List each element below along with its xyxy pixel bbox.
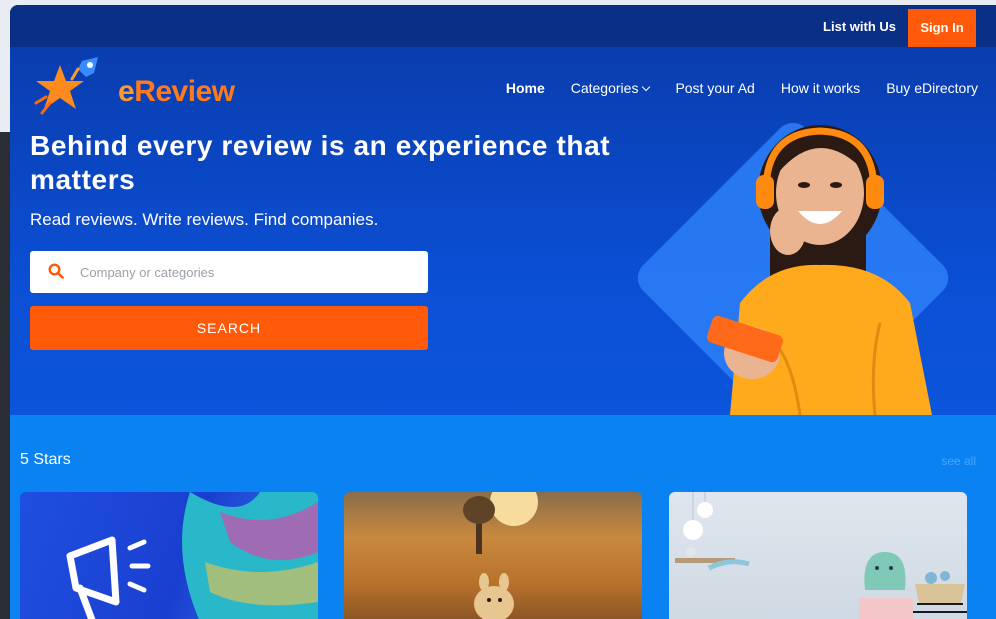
search-field[interactable]	[30, 251, 428, 293]
search-button[interactable]: SEARCH	[30, 306, 428, 350]
hero-person-image	[707, 125, 932, 415]
listing-card[interactable]	[344, 492, 642, 619]
hero-title: Behind every review is an experience tha…	[30, 130, 611, 195]
brand-name: eReview	[118, 75, 235, 108]
see-all-link[interactable]: see all	[941, 454, 976, 468]
nav-item-how-it-works[interactable]: How it works	[781, 80, 860, 96]
rocket-star-icon	[34, 57, 98, 115]
list-with-us-link[interactable]: List with Us	[823, 19, 896, 34]
search-icon	[48, 263, 64, 279]
nav-item-home[interactable]: Home	[506, 80, 545, 96]
sign-in-button[interactable]: Sign In	[908, 9, 976, 47]
top-utility-bar: List with Us Sign In	[10, 5, 996, 47]
chevron-down-icon	[642, 82, 651, 92]
nav-item-categories[interactable]: Categories	[570, 80, 651, 96]
dog-field-image	[463, 492, 538, 619]
brand-logo[interactable]: eReview	[32, 57, 242, 119]
megaphone-icon	[66, 492, 318, 619]
section-title: 5 Stars	[20, 451, 71, 468]
main-nav: Home Categories Post your Ad How it work…	[506, 80, 978, 96]
search-input[interactable]	[80, 251, 420, 293]
nav-item-post-your-ad[interactable]: Post your Ad	[675, 80, 754, 96]
hero-subtitle: Read reviews. Write reviews. Find compan…	[30, 210, 379, 229]
nav-item-label: Categories	[570, 80, 639, 96]
nav-item-buy-edirectory[interactable]: Buy eDirectory	[886, 80, 978, 96]
kids-room-image	[675, 492, 967, 619]
listing-card[interactable]	[669, 492, 967, 619]
listing-card[interactable]	[20, 492, 318, 619]
